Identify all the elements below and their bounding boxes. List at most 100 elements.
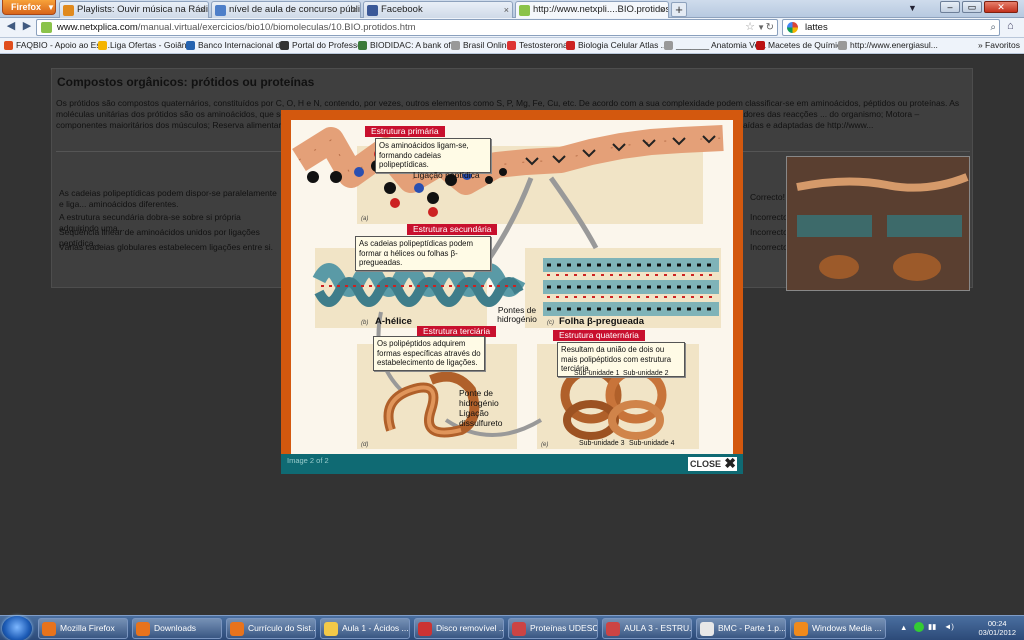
taskbar-label: Currículo do Sist...: [248, 623, 316, 633]
primary-chain-drawing: [292, 125, 724, 217]
bookmark-item[interactable]: Brasil Online: [451, 38, 511, 53]
bookmark-item[interactable]: BIODIDAC: A bank of ...: [358, 38, 460, 53]
bookmark-favicon-icon: [566, 41, 575, 50]
taskbar-item[interactable]: Mozilla Firefox: [38, 618, 128, 639]
clock-time: 00:24: [987, 619, 1007, 628]
system-clock[interactable]: 00:24 03/01/2012: [978, 619, 1016, 637]
bookmark-favicon-icon: [451, 41, 460, 50]
bookmark-item[interactable]: FAQBIO - Apoio ao Est...: [4, 38, 110, 53]
close-label: CLOSE: [689, 459, 721, 469]
netxplica-favicon-icon: [519, 5, 530, 16]
primary-structure-title: Estrutura primária: [365, 126, 445, 137]
taskbar-item[interactable]: AULA 3 - ESTRU...: [602, 618, 692, 639]
taskbar-item[interactable]: Downloads: [132, 618, 222, 639]
bookmark-item[interactable]: Testosterona: [507, 38, 568, 53]
taskbar-label: Downloads: [154, 623, 197, 633]
beta-sheet-label: Folha β-pregueada: [559, 316, 644, 327]
close-icon[interactable]: ×: [200, 2, 205, 18]
restore-icon[interactable]: ▭: [962, 1, 982, 13]
screen: Firefox ▼ Playlists: Ouvir música na Rádi…: [0, 0, 1024, 640]
primary-structure-note: Os aminoácidos ligam-se, formando cadeia…: [375, 138, 491, 173]
tab-radio-uol[interactable]: Playlists: Ouvir música na Rádio UOL×: [59, 1, 209, 18]
windows-taskbar: Mozilla Firefox Downloads Currículo do S…: [0, 615, 1024, 640]
bookmark-favicon-icon: [358, 41, 367, 50]
minimize-icon[interactable]: –: [940, 1, 960, 13]
reload-icon[interactable]: ↻: [766, 20, 774, 35]
tab-label: Facebook: [381, 4, 423, 15]
google-search-engine-icon[interactable]: [787, 22, 798, 33]
update-icon[interactable]: [914, 622, 924, 632]
bookmark-label: Biologia Celular Atlas ...: [578, 40, 668, 50]
search-input[interactable]: lattes ⌕: [782, 19, 1000, 36]
tab-strip: Firefox ▼ Playlists: Ouvir música na Rádi…: [0, 0, 1024, 18]
bookmark-item[interactable]: Portal do Professor: [280, 38, 365, 53]
favorites-menu[interactable]: » Favoritos: [978, 38, 1020, 53]
bookmark-item[interactable]: Banco Internacional d...: [186, 38, 287, 53]
bookmark-favicon-icon: [4, 41, 13, 50]
statement-answer[interactable]: Correcto!: [750, 192, 785, 202]
site-identity-icon[interactable]: [41, 22, 52, 33]
url-history-dropdown-icon[interactable]: ▼: [757, 20, 765, 35]
bookmark-star-icon[interactable]: ☆: [745, 20, 755, 35]
volume-icon[interactable]: ◄): [944, 622, 954, 631]
start-orb-icon[interactable]: [2, 616, 32, 640]
window-close-icon[interactable]: ✕: [984, 1, 1018, 13]
powerpoint-icon: [512, 622, 526, 636]
bookmark-label: Liga Ofertas - Goiânia: [110, 40, 194, 50]
bookmark-label: FAQBIO - Apoio ao Est...: [16, 40, 111, 50]
peptide-bond-label: Ligação peptídica: [413, 170, 480, 180]
taskbar-label: BMC - Parte 1.p...: [718, 623, 786, 633]
taskbar-label: Aula 1 - Ácidos ...: [342, 623, 409, 633]
alpha-helix-label: A-hélice: [375, 316, 412, 327]
taskbar-item[interactable]: Aula 1 - Ácidos ...: [320, 618, 410, 639]
bookmark-favicon-icon: [98, 41, 107, 50]
tertiary-structure-note: Os polipéptidos adquirem formas específi…: [373, 336, 485, 371]
taskbar-item[interactable]: Disco removível ...: [414, 618, 504, 639]
system-tray: ▲ ▮▮ ◄) 00:24 03/01/2012: [898, 616, 1024, 640]
lightbox-footer: Image 2 of 2 CLOSE ✖: [281, 454, 743, 474]
tab-concurso[interactable]: nível de aula de concurso público - P...…: [211, 1, 361, 18]
bookmark-item[interactable]: _______ Anatomia Ve...: [664, 38, 766, 53]
clock-date: 03/01/2012: [978, 628, 1016, 637]
tab-facebook[interactable]: Facebook ×: [363, 1, 513, 18]
bookmark-item[interactable]: Liga Ofertas - Goiânia: [98, 38, 193, 53]
bookmark-item[interactable]: http://www.energiasul...: [838, 38, 938, 53]
bookmark-favicon-icon: [507, 41, 516, 50]
taskbar-item[interactable]: Proteínas UDESC: [508, 618, 598, 639]
new-tab-button[interactable]: +: [671, 2, 687, 17]
statement-answer[interactable]: Incorrecto: [750, 227, 788, 237]
home-icon[interactable]: ⌂: [1007, 20, 1014, 32]
url-bar[interactable]: www.netxplica.com/manual.virtual/exercic…: [36, 19, 778, 36]
google-favicon-icon: [215, 5, 226, 16]
bookmark-item[interactable]: Biologia Celular Atlas ...: [566, 38, 668, 53]
bookmark-favicon-icon: [756, 41, 765, 50]
bookmark-label: http://www.energiasul...: [850, 40, 938, 50]
search-icon[interactable]: ⌕: [990, 20, 996, 35]
figure-thumbnail[interactable]: [786, 156, 970, 291]
statement-answer[interactable]: Incorrecto: [750, 242, 788, 252]
list-all-tabs-icon[interactable]: ▼: [908, 3, 917, 13]
tab-netxplica[interactable]: http://www.netxpli....BIO.protidos.htm×: [515, 1, 669, 18]
forward-arrow-icon[interactable]: ▶: [20, 20, 34, 34]
taskbar-item[interactable]: BMC - Parte 1.p...: [696, 618, 786, 639]
secondary-structure-note: As cadeias polipeptídicas podem formar α…: [355, 236, 491, 271]
thumbnail-figure-image: [787, 157, 969, 290]
statement-answer[interactable]: Incorrecto: [750, 212, 788, 222]
close-icon[interactable]: ×: [504, 2, 509, 18]
show-hidden-icons-icon[interactable]: ▲: [900, 623, 907, 632]
bookmark-item[interactable]: Macetes de Química: [756, 38, 846, 53]
close-icon[interactable]: ×: [352, 2, 357, 18]
back-arrow-icon[interactable]: ◀: [4, 20, 18, 34]
statement-text: As cadeias polipeptídicas podem dispor-s…: [59, 188, 277, 209]
bookmark-label: BIODIDAC: A bank of ...: [370, 40, 461, 50]
subunit-4-label: Sub-unidade 4: [629, 440, 675, 447]
subunit-3-label: Sub-unidade 3: [579, 440, 625, 447]
taskbar-item[interactable]: Currículo do Sist...: [226, 618, 316, 639]
page-content: Compostos orgânicos: prótidos ou proteín…: [0, 55, 1024, 615]
lightbox-close-button[interactable]: CLOSE ✖: [687, 456, 737, 471]
close-icon[interactable]: ×: [660, 2, 665, 18]
network-signal-icon[interactable]: ▮▮: [928, 622, 936, 631]
tertiary-bonds-label: Ponte de hidrogénio Ligação dissulfureto: [459, 388, 503, 428]
taskbar-item[interactable]: Windows Media ...: [790, 618, 886, 639]
firefox-menu-button[interactable]: Firefox ▼: [2, 0, 56, 15]
